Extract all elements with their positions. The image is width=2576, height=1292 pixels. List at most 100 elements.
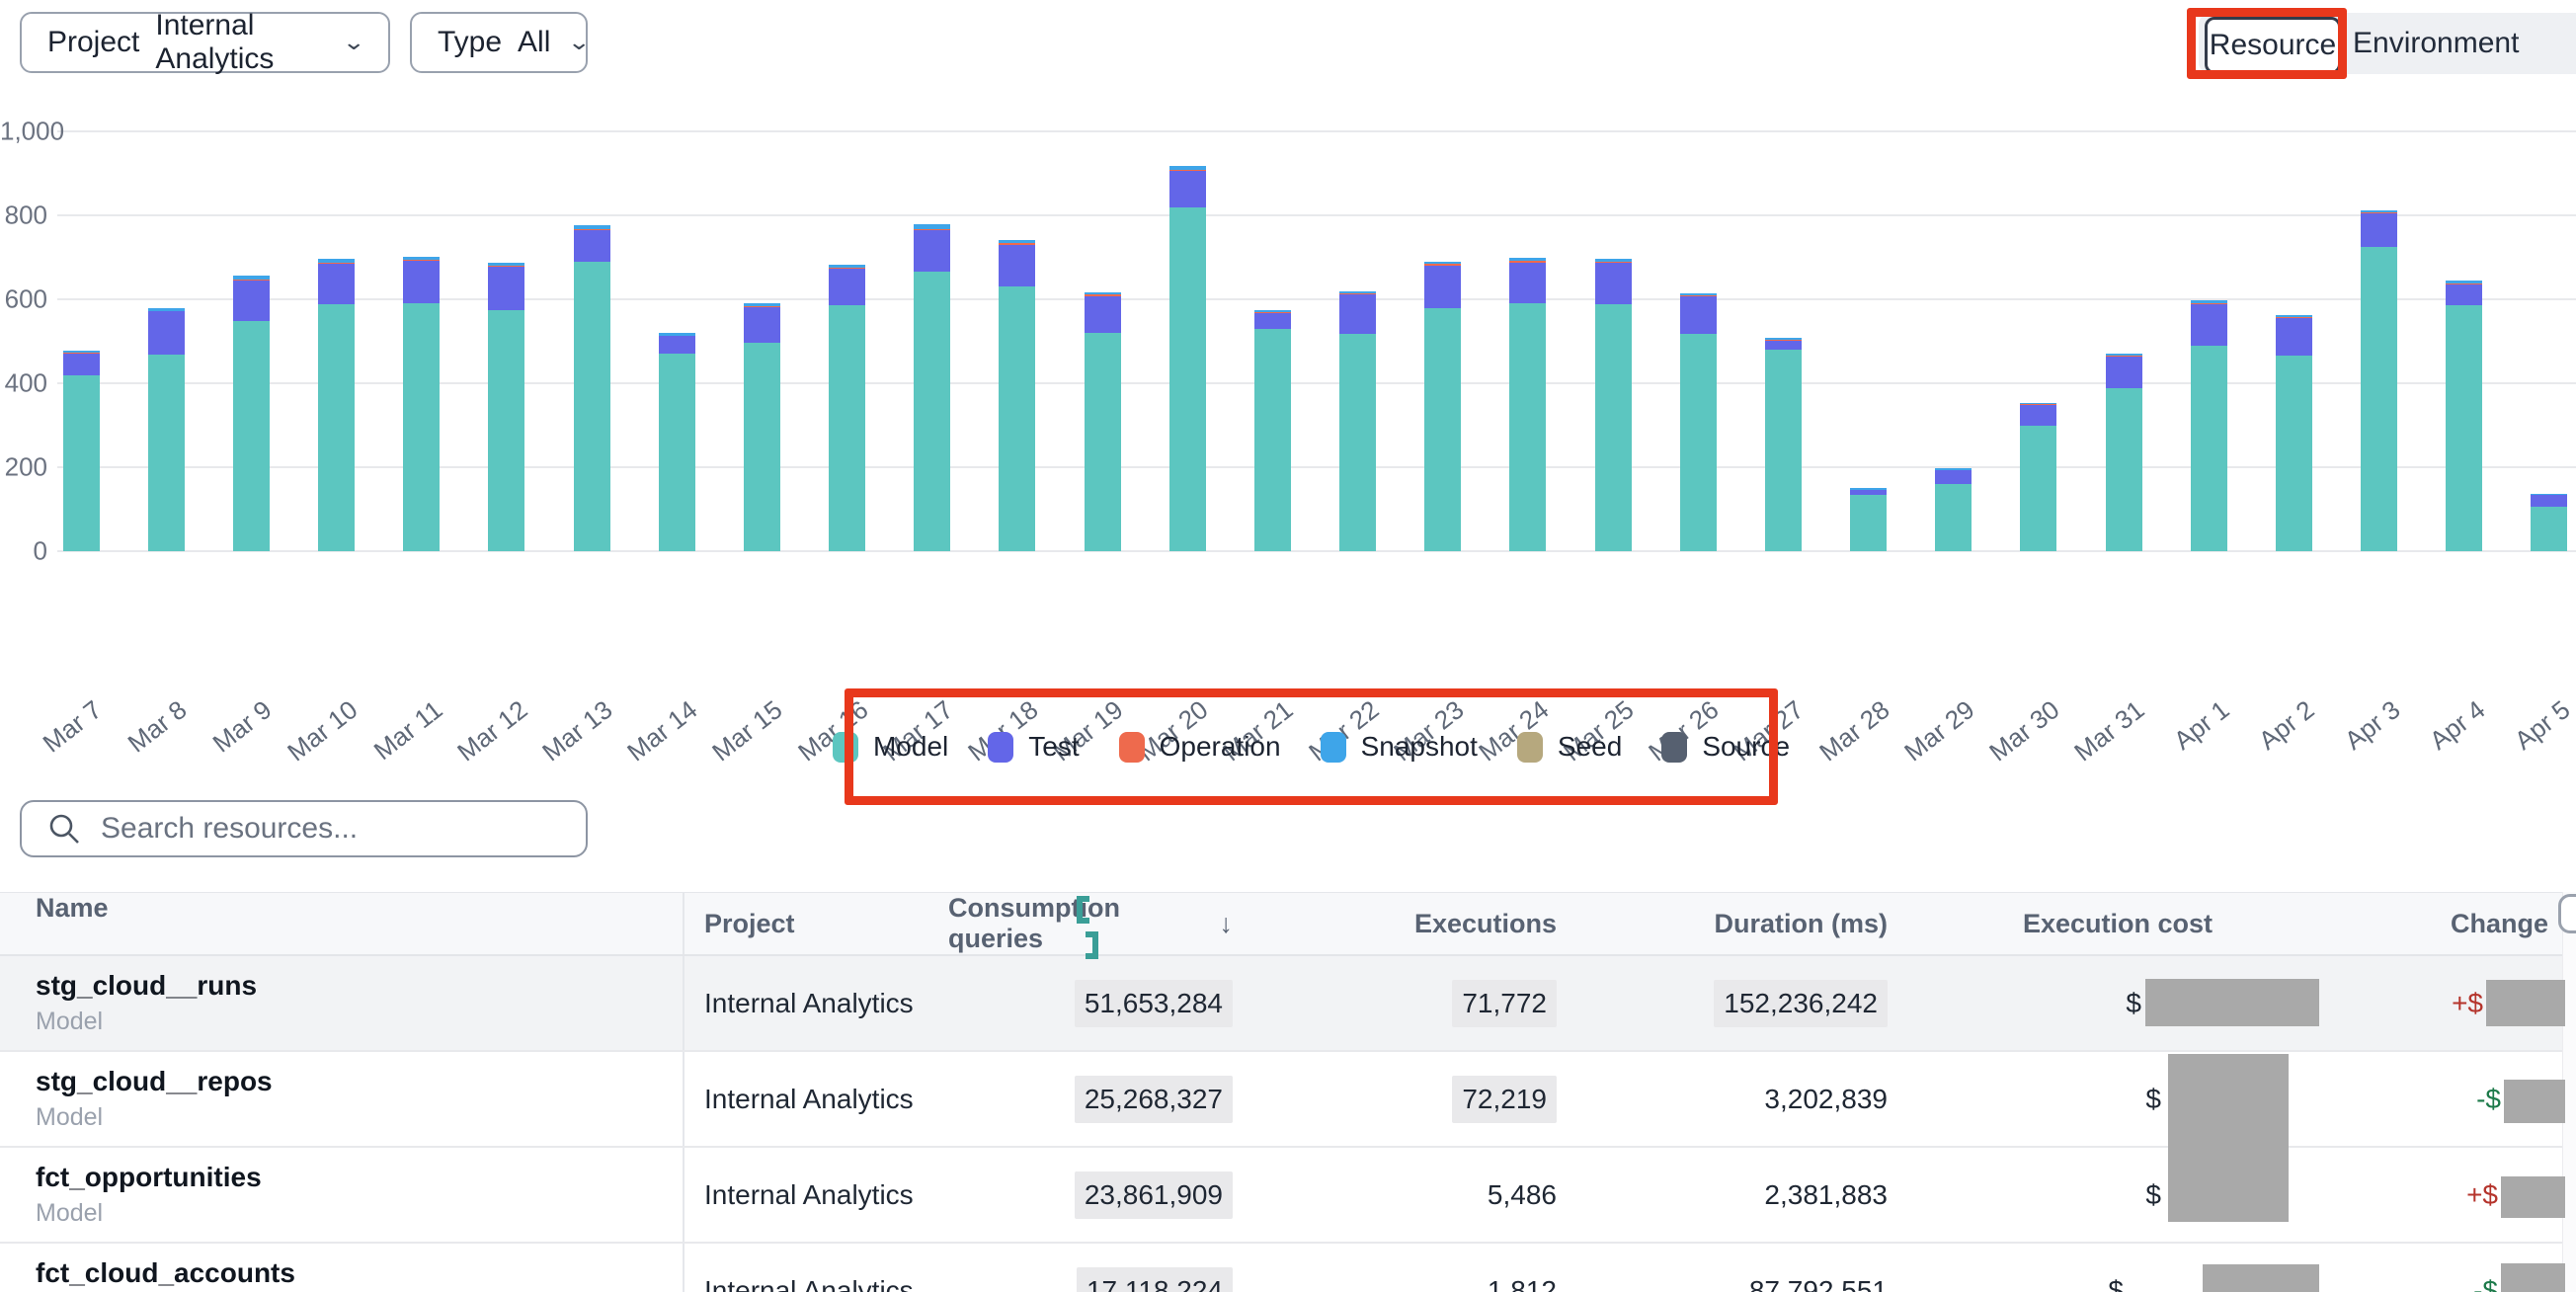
legend-item-model[interactable]: Model — [833, 731, 948, 763]
duration-cell: 152,236,242 — [1561, 956, 1892, 1050]
bar-segment-model — [1765, 350, 1802, 551]
bar-segment-test — [1595, 263, 1632, 304]
bar-mar-17[interactable] — [914, 224, 950, 551]
bar-mar-30[interactable] — [2020, 403, 2056, 551]
resource-name: stg_cloud__runs — [36, 970, 257, 1002]
redaction-bar — [2168, 1054, 2289, 1222]
bar-apr-1[interactable] — [2191, 300, 2227, 551]
bar-mar-16[interactable] — [829, 265, 865, 551]
bar-mar-29[interactable] — [1935, 468, 1972, 551]
redaction-bar — [2203, 1264, 2319, 1292]
bar-mar-8[interactable] — [148, 308, 185, 551]
legend-label: Snapshot — [1361, 731, 1478, 763]
bar-mar-31[interactable] — [2106, 354, 2142, 551]
legend-label: Model — [873, 731, 948, 763]
chevron-down-icon: ⌄ — [342, 30, 365, 55]
bar-mar-27[interactable] — [1765, 338, 1802, 551]
resource-type: Model — [36, 1103, 103, 1132]
executions-cell: 1,812 — [1240, 1244, 1561, 1292]
bar-mar-21[interactable] — [1254, 310, 1291, 551]
bar-apr-5[interactable] — [2531, 494, 2567, 551]
col-header-change[interactable]: Change — [2321, 893, 2576, 954]
legend-item-seed[interactable]: Seed — [1517, 731, 1622, 763]
bar-segment-model — [2276, 356, 2312, 551]
col-header-consumption-queries[interactable]: Consumption queries↓ — [948, 893, 1240, 954]
bar-segment-test — [1680, 296, 1717, 333]
legend-label: Test — [1028, 731, 1079, 763]
bar-segment-model — [63, 375, 100, 552]
bar-mar-10[interactable] — [318, 259, 355, 551]
type-filter-dropdown[interactable]: Type All ⌄ — [410, 12, 588, 73]
bar-segment-model — [1169, 207, 1206, 551]
resource-name-cell[interactable]: fct_cloud_accounts Model — [0, 1244, 684, 1292]
bar-mar-18[interactable] — [999, 240, 1035, 551]
legend-item-test[interactable]: Test — [988, 731, 1079, 763]
bar-segment-test — [318, 264, 355, 304]
bar-segment-model — [1935, 484, 1972, 551]
bar-mar-11[interactable] — [403, 257, 440, 551]
legend-item-operation[interactable]: Operation — [1119, 731, 1281, 763]
bar-mar-28[interactable] — [1850, 488, 1887, 551]
bar-segment-test — [1339, 294, 1376, 334]
bar-apr-2[interactable] — [2276, 315, 2312, 551]
bar-mar-9[interactable] — [233, 276, 270, 551]
bar-mar-24[interactable] — [1509, 258, 1546, 551]
col-header-duration[interactable]: Duration (ms) — [1561, 893, 1892, 954]
col-header-executions[interactable]: Executions — [1240, 893, 1561, 954]
bar-mar-15[interactable] — [744, 303, 780, 551]
bar-mar-26[interactable] — [1680, 293, 1717, 551]
resource-type: Model — [36, 1008, 103, 1036]
table-scrollbar-thumb[interactable] — [2558, 894, 2576, 933]
executions-cell: 5,486 — [1240, 1148, 1561, 1242]
bar-segment-test — [914, 230, 950, 273]
search-input[interactable] — [99, 811, 586, 847]
bar-segment-test — [488, 267, 524, 310]
bar-mar-19[interactable] — [1085, 292, 1121, 551]
resources-table: Name Project Consumption queries↓ Execut… — [0, 892, 2576, 1292]
bar-segment-model — [1509, 303, 1546, 551]
project-cell: Internal Analytics — [684, 1148, 948, 1242]
bar-mar-12[interactable] — [488, 263, 524, 551]
bar-apr-4[interactable] — [2446, 281, 2482, 551]
bar-mar-23[interactable] — [1424, 262, 1461, 551]
bar-mar-25[interactable] — [1595, 259, 1632, 551]
bar-segment-model — [744, 343, 780, 551]
consumption-queries-cell: 25,268,327 — [948, 1052, 1240, 1146]
toggle-environment-button[interactable]: Environment — [2353, 13, 2519, 74]
col-header-name[interactable]: Name — [0, 893, 684, 954]
bar-mar-22[interactable] — [1339, 291, 1376, 551]
bar-segment-test — [1085, 296, 1121, 333]
chart-legend: ModelTestOperationSnapshotSeedSource — [845, 688, 1778, 805]
bar-mar-7[interactable] — [63, 351, 100, 551]
bar-segment-model — [1254, 329, 1291, 551]
legend-item-source[interactable]: Source — [1661, 731, 1790, 763]
bar-mar-14[interactable] — [659, 333, 695, 551]
bar-segment-test — [233, 281, 270, 321]
bar-segment-model — [2446, 305, 2482, 551]
col-header-execution-cost[interactable]: Execution cost — [1892, 893, 2321, 954]
consumption-queries-cell: 23,861,909 — [948, 1148, 1240, 1242]
project-cell: Internal Analytics — [684, 956, 948, 1050]
bar-segment-test — [659, 336, 695, 354]
legend-swatch-test — [988, 732, 1013, 763]
resource-name-cell[interactable]: stg_cloud__repos Model — [0, 1052, 684, 1146]
resource-name-cell[interactable]: fct_opportunities Model — [0, 1148, 684, 1242]
legend-item-snapshot[interactable]: Snapshot — [1321, 731, 1478, 763]
bar-mar-20[interactable] — [1169, 166, 1206, 551]
analytics-dashboard: Project Internal Analytics ⌄ Type All ⌄ … — [0, 0, 2576, 1292]
resource-name-cell[interactable]: stg_cloud__runs Model — [0, 956, 684, 1050]
toggle-resource-label: Resource — [2210, 29, 2336, 62]
redaction-bar — [2504, 1080, 2565, 1123]
project-filter-dropdown[interactable]: Project Internal Analytics ⌄ — [20, 12, 390, 73]
col-header-project[interactable]: Project — [684, 893, 948, 954]
toggle-resource-button[interactable]: Resource — [2205, 17, 2341, 74]
bar-segment-model — [403, 303, 440, 551]
type-filter-label: Type — [438, 26, 502, 59]
bar-segment-test — [2531, 495, 2567, 507]
bar-apr-3[interactable] — [2361, 210, 2397, 551]
table-row[interactable]: fct_cloud_accounts Model Internal Analyt… — [0, 1244, 2576, 1292]
redaction-bar — [2501, 1176, 2565, 1218]
project-cell: Internal Analytics — [684, 1244, 948, 1292]
y-axis-tick-label: 1,000 — [0, 117, 47, 147]
bar-mar-13[interactable] — [574, 225, 610, 551]
